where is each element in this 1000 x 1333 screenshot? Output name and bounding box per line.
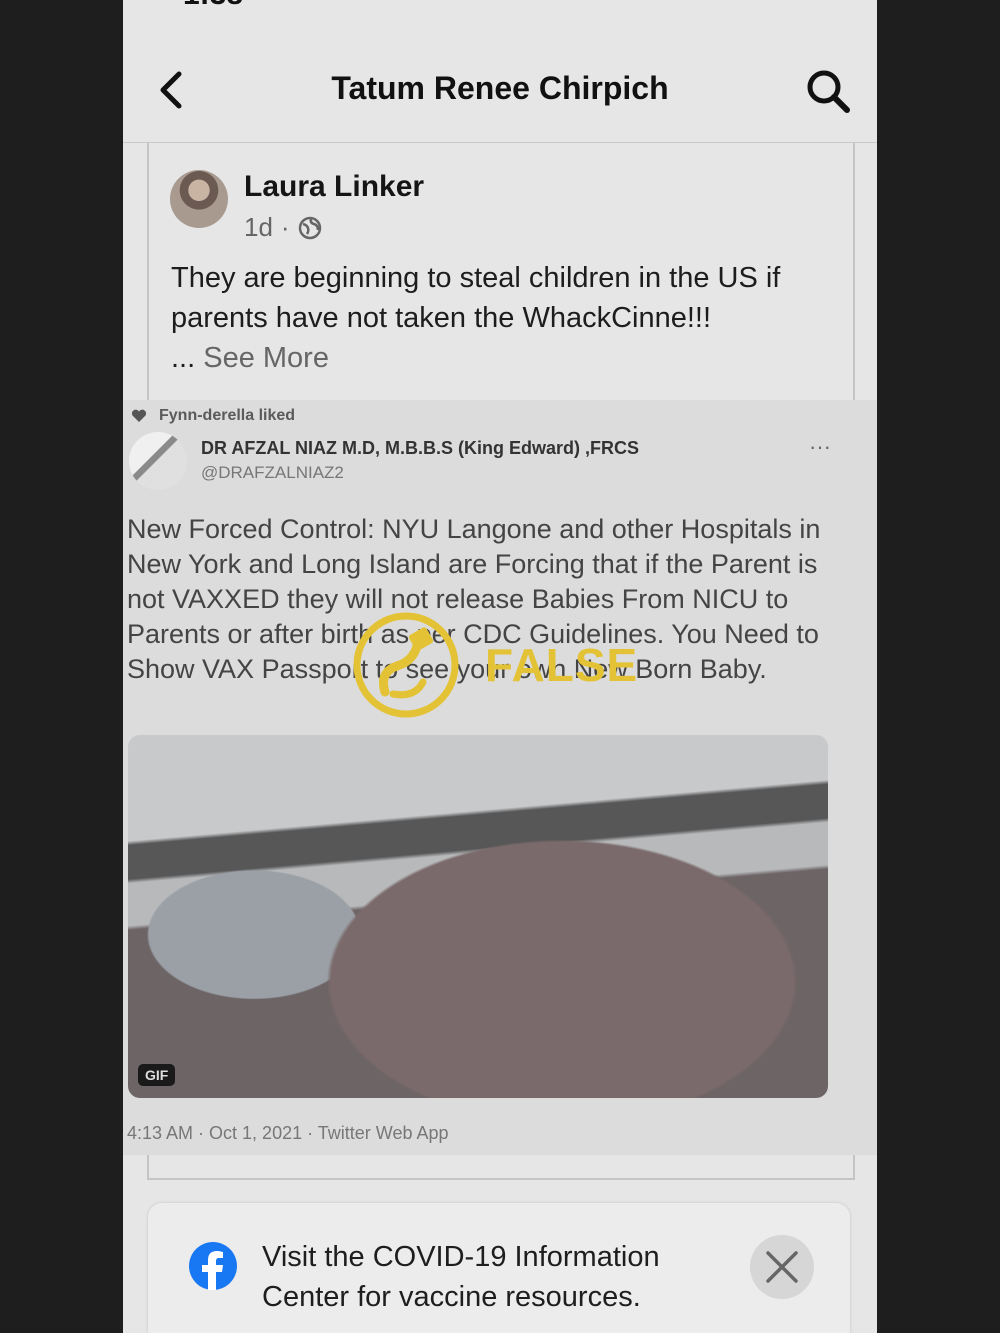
- page-title: Tatum Renee Chirpich: [331, 70, 669, 106]
- see-more-link[interactable]: See More: [203, 342, 329, 374]
- gif-badge: GIF: [138, 1064, 176, 1086]
- fact-check-overlay: FALSE: [353, 612, 638, 718]
- post-meta: 1d ·: [244, 212, 322, 243]
- author-avatar[interactable]: [170, 170, 228, 228]
- page-header: Tatum Renee Chirpich: [123, 40, 877, 143]
- tweet-author-name: DR AFZAL NIAZ M.D, M.B.B.S (King Edward)…: [201, 438, 639, 458]
- globe-icon: [298, 216, 321, 239]
- status-time: 1:38: [183, 0, 243, 12]
- close-button[interactable]: [750, 1235, 814, 1299]
- search-icon[interactable]: [805, 68, 851, 114]
- fact-check-icon: [353, 612, 459, 718]
- shared-tweet-image[interactable]: Fynn-derella liked DR AFZAL NIAZ M.D, M.…: [123, 400, 877, 1155]
- baby-gif-image: GIF: [128, 735, 828, 1098]
- post-author[interactable]: Laura Linker: [244, 170, 424, 204]
- tweet-avatar: [129, 432, 187, 490]
- covid-info-text[interactable]: Visit the COVID-19 Information Center fo…: [262, 1237, 732, 1317]
- tweet-timestamp: 4:13 AM · Oct 1, 2021 · Twitter Web App: [127, 1123, 449, 1143]
- post-body: They are beginning to steal children in …: [171, 262, 781, 334]
- tweet-handle: @DRAFZALNIAZ2: [201, 463, 344, 482]
- phone-screen: 1:38 Tatum Renee Chirpich Laura Linker 1…: [123, 0, 877, 1333]
- facebook-icon: [189, 1242, 237, 1290]
- fact-check-label: FALSE: [485, 639, 639, 691]
- liked-by-text: Fynn-derella liked: [159, 407, 296, 424]
- heart-icon: [131, 409, 147, 422]
- post-age[interactable]: 1d: [244, 212, 273, 243]
- tweet-more-icon: ···: [809, 434, 831, 459]
- see-more-ellipsis: ...: [171, 342, 196, 374]
- close-icon: [766, 1251, 798, 1283]
- post-text: They are beginning to steal children in …: [171, 258, 851, 378]
- meta-separator: ·: [280, 212, 290, 242]
- liked-row: Fynn-derella liked: [131, 407, 295, 425]
- covid-info-banner[interactable]: Visit the COVID-19 Information Center fo…: [148, 1203, 850, 1333]
